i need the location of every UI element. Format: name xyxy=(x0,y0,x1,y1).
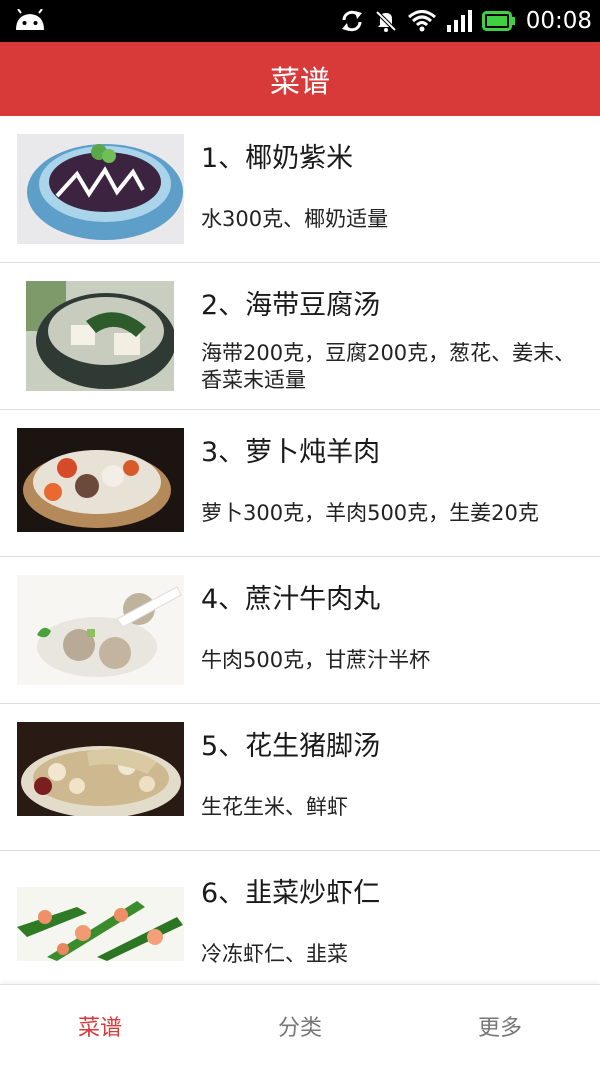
recipe-item[interactable]: 4、蔗汁牛肉丸 牛肉500克，甘蔗汁半杯 xyxy=(0,557,600,704)
android-icon xyxy=(16,9,44,30)
recipe-ingredients: 牛肉500克，甘蔗汁半杯 xyxy=(201,648,431,672)
recipe-ingredients: 生花生米、鲜虾 xyxy=(201,795,348,819)
recipe-item[interactable]: 1、椰奶紫米 水300克、椰奶适量 xyxy=(0,116,600,263)
mute-icon xyxy=(375,10,397,32)
sync-icon xyxy=(341,10,362,32)
bottom-nav: 菜谱 分类 更多 xyxy=(0,984,600,1067)
battery-icon xyxy=(481,11,515,31)
recipe-name: 3、萝卜炖羊肉 xyxy=(201,437,381,468)
recipe-item[interactable]: 3、萝卜炖羊肉 萝卜300克，羊肉500克，生姜20克 xyxy=(0,410,600,557)
recipe-image xyxy=(17,722,184,816)
recipe-name: 6、韭菜炒虾仁 xyxy=(201,878,381,909)
recipe-name: 2、海带豆腐汤 xyxy=(201,290,381,321)
wifi-icon xyxy=(407,10,436,32)
recipe-name: 5、花生猪脚汤 xyxy=(201,731,381,762)
signal-icon xyxy=(446,10,472,32)
recipe-ingredients: 萝卜300克，羊肉500克，生姜20克 xyxy=(201,501,539,525)
recipe-list[interactable]: 1、椰奶紫米 水300克、椰奶适量 2、海带豆腐汤 海带200克，豆腐200克，… xyxy=(0,116,600,984)
tab-categories[interactable]: 分类 xyxy=(200,985,400,1067)
recipe-image xyxy=(17,575,184,685)
recipe-name: 1、椰奶紫米 xyxy=(201,143,354,174)
recipe-image xyxy=(17,134,184,244)
recipe-item[interactable]: 6、韭菜炒虾仁 冷冻虾仁、韭菜 xyxy=(0,851,600,984)
status-time: 00:08 xyxy=(525,8,592,34)
recipe-ingredients: 海带200克，豆腐200克，葱花、姜末、香菜末适量 xyxy=(201,341,576,392)
page-title: 菜谱 xyxy=(270,65,330,100)
tab-recipes[interactable]: 菜谱 xyxy=(0,985,200,1067)
recipe-image xyxy=(26,281,174,391)
tab-more[interactable]: 更多 xyxy=(400,985,600,1067)
recipe-image xyxy=(17,887,184,961)
recipe-image xyxy=(17,428,184,532)
recipe-item[interactable]: 5、花生猪脚汤 生花生米、鲜虾 xyxy=(0,704,600,851)
recipe-item[interactable]: 2、海带豆腐汤 海带200克，豆腐200克，葱花、姜末、香菜末适量 xyxy=(0,263,600,410)
recipe-ingredients: 冷冻虾仁、韭菜 xyxy=(201,942,348,966)
status-bar: 00:08 xyxy=(0,0,600,42)
recipe-name: 4、蔗汁牛肉丸 xyxy=(201,584,381,615)
app-header: 菜谱 xyxy=(0,42,600,116)
recipe-ingredients: 水300克、椰奶适量 xyxy=(201,207,389,231)
